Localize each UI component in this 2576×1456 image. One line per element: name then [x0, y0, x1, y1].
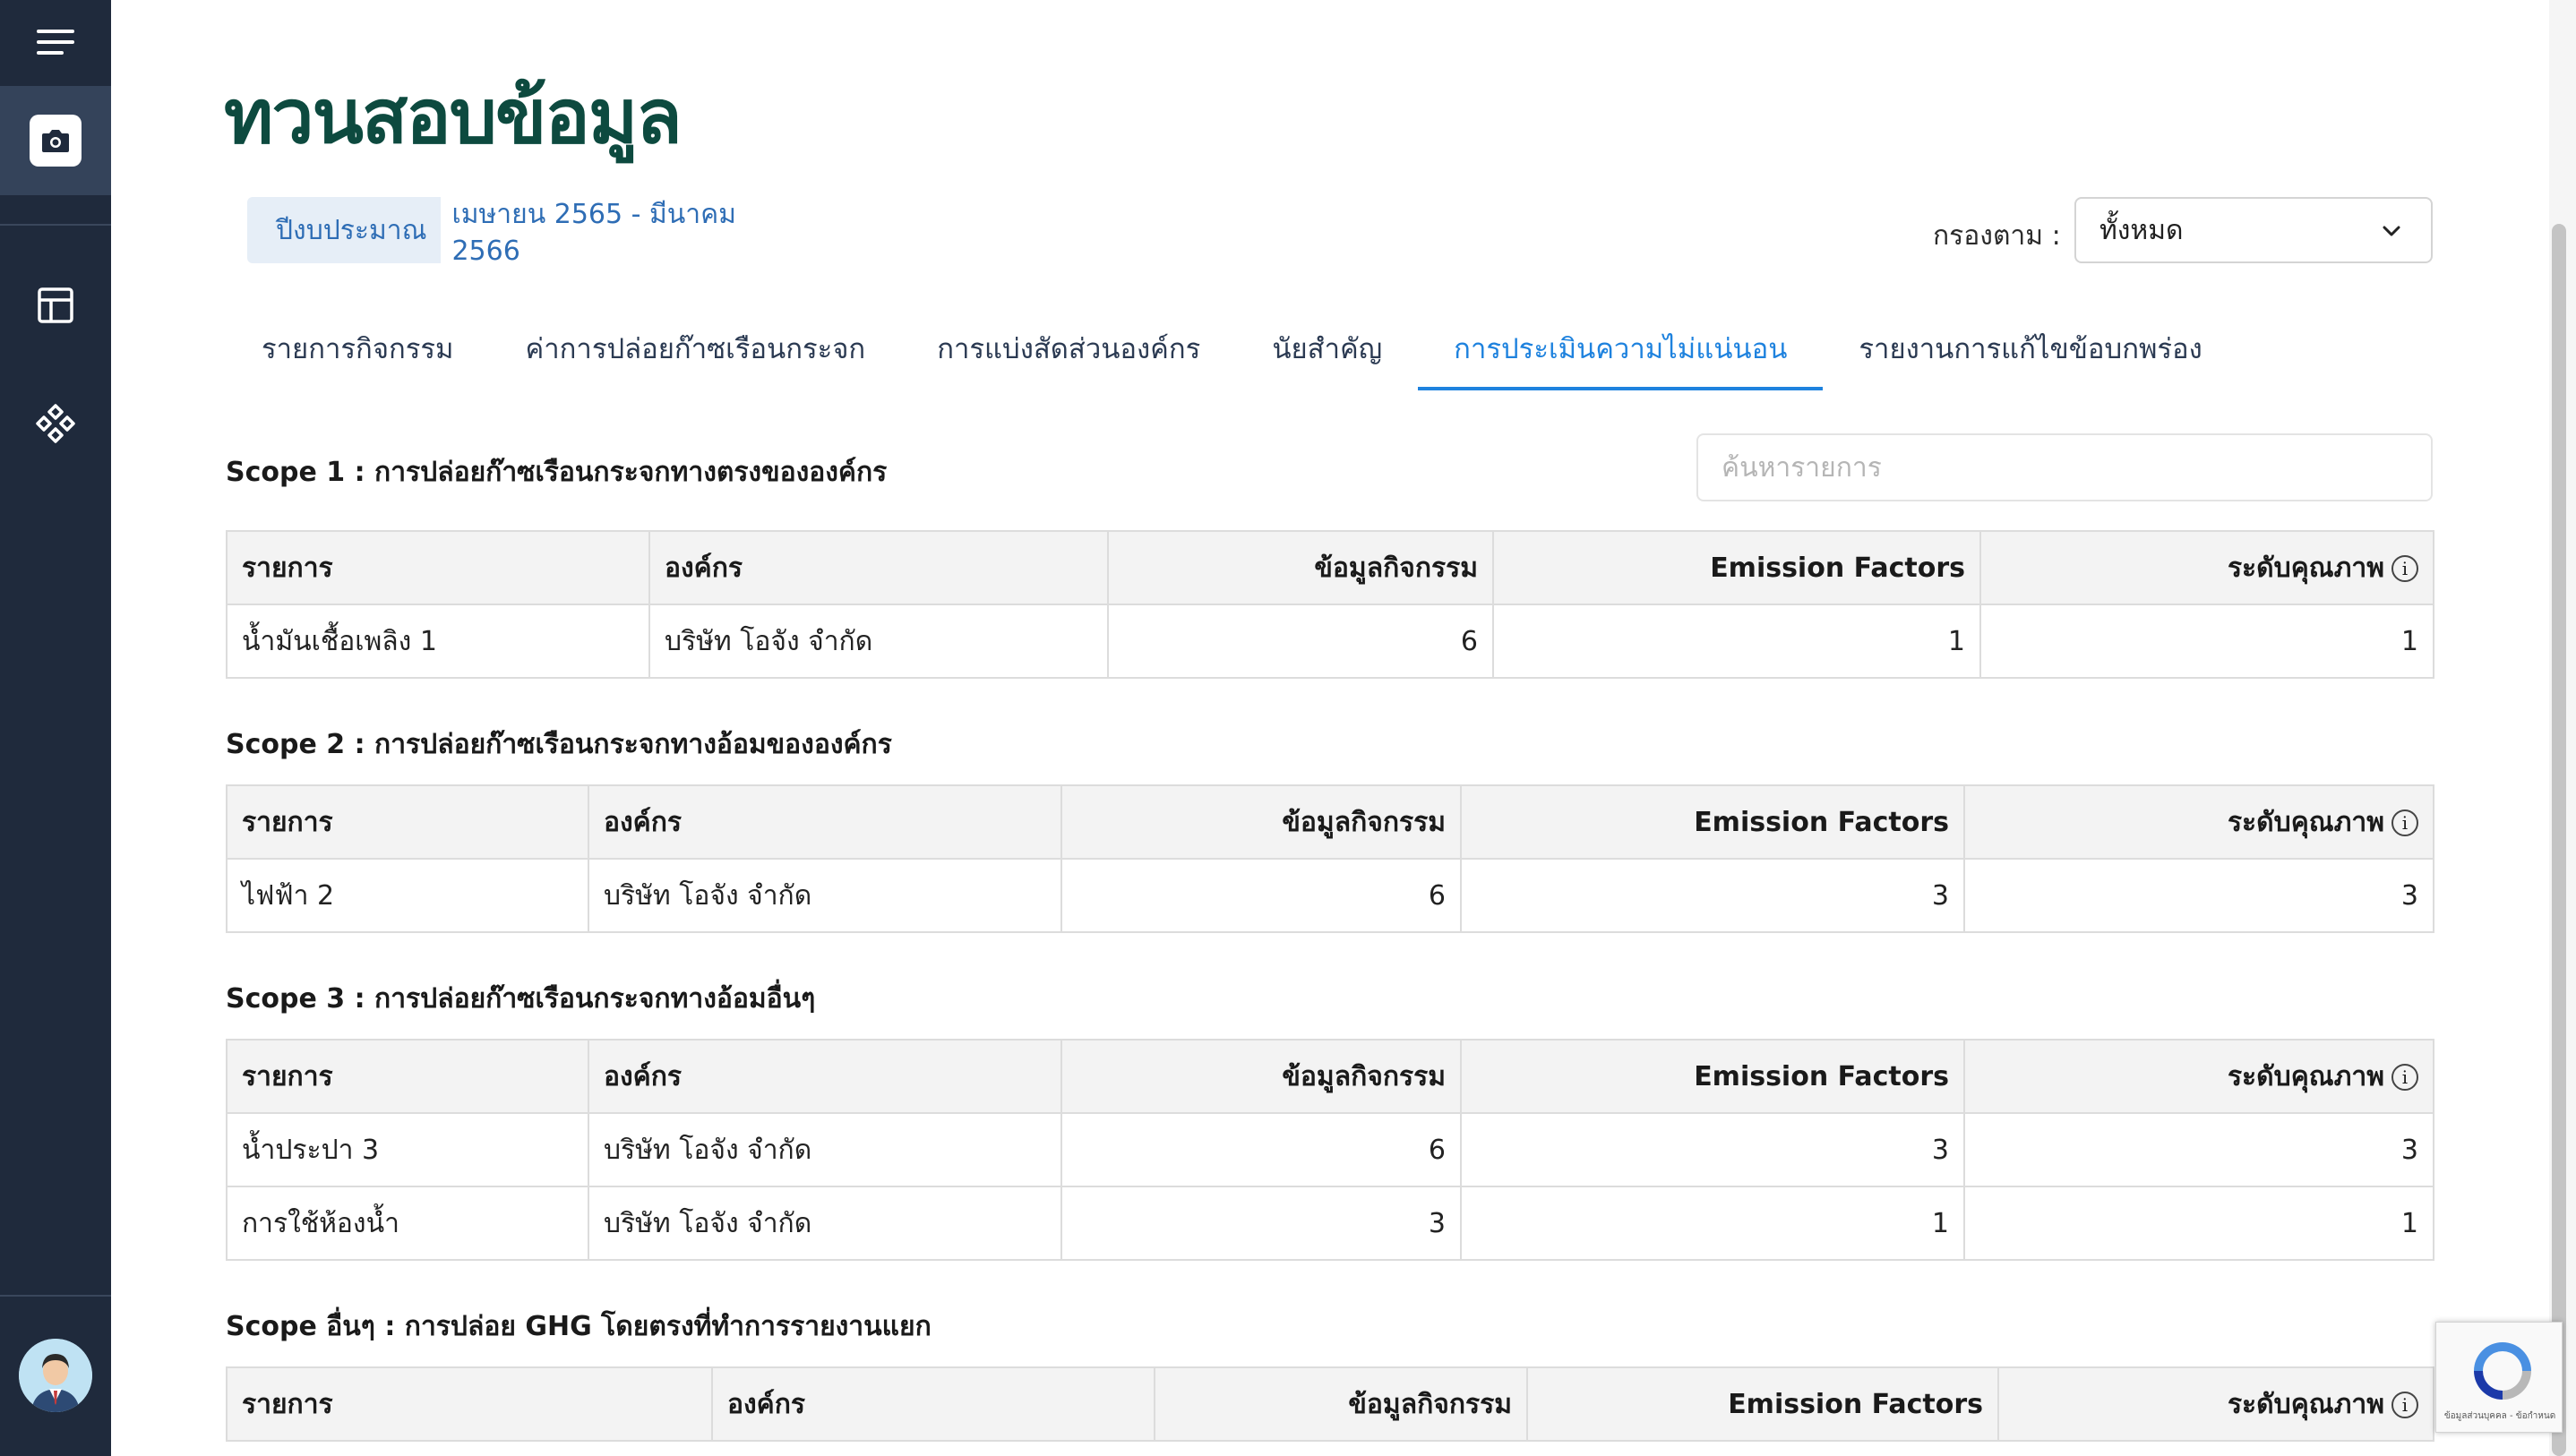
tab-activity-list[interactable]: รายการกิจกรรม — [226, 321, 490, 390]
tab-bar: รายการกิจกรรม ค่าการปล่อยก๊าซเรือนกระจก … — [226, 321, 2238, 390]
table-header-row: รายการ องค์กร ข้อมูลกิจกรรม Emission Fac… — [226, 1039, 2434, 1114]
info-icon[interactable]: i — [2391, 1392, 2418, 1418]
sidebar-item-components[interactable] — [0, 396, 111, 451]
tab-uncertainty-assessment[interactable]: การประเมินความไม่แน่นอน — [1418, 321, 1824, 390]
cell-item: ไฟฟ้า 2 — [226, 858, 589, 933]
tab-corrective-report[interactable]: รายงานการแก้ไขข้อบกพร่อง — [1823, 321, 2237, 390]
cell-org: บริษัท โอจัง จำกัด — [588, 1186, 1062, 1261]
fiscal-year-value: เมษายน 2565 - มีนาคม 2566 — [441, 188, 820, 272]
recaptcha-text: ข้อมูลส่วนบุคคล - ข้อกำหนด — [2443, 1411, 2556, 1421]
cell-emission-factors: 1 — [1492, 604, 1981, 679]
avatar[interactable] — [19, 1339, 92, 1412]
col-header-quality-level: ระดับคุณภาพ i — [1963, 784, 2434, 860]
search-input[interactable] — [1696, 433, 2433, 501]
scope2-table: รายการ องค์กร ข้อมูลกิจกรรม Emission Fac… — [226, 784, 2434, 933]
sidebar-item-layout[interactable] — [0, 278, 111, 333]
col-header-item: รายการ — [226, 1366, 713, 1442]
col-header-quality-level-label: ระดับคุณภาพ — [2227, 1060, 2384, 1092]
chevron-down-icon — [2383, 226, 2400, 236]
cell-org: บริษัท โอจัง จำกัด — [648, 604, 1109, 679]
table-row[interactable]: ไฟฟ้า 2 บริษัท โอจัง จำกัด 6 3 3 — [226, 858, 2434, 933]
cell-org: บริษัท โอจัง จำกัด — [588, 1112, 1062, 1187]
camera-icon — [30, 115, 82, 167]
col-header-item: รายการ — [226, 784, 589, 860]
cell-activity-data: 3 — [1060, 1186, 1462, 1261]
sidebar-divider — [0, 1295, 111, 1297]
cell-activity-data: 6 — [1107, 604, 1494, 679]
page-title: ทวนสอบข้อมูล — [224, 73, 683, 160]
tab-emission-values[interactable]: ค่าการปล่อยก๊าซเรือนกระจก — [490, 321, 902, 390]
cell-org: บริษัท โอจัง จำกัด — [588, 858, 1062, 933]
col-header-item: รายการ — [226, 1039, 589, 1114]
col-header-emission-factors: Emission Factors — [1460, 784, 1965, 860]
recaptcha-logo-icon — [2474, 1342, 2531, 1400]
layout-table-icon — [38, 287, 73, 323]
section-title-scope2: Scope 2 : การปล่อยก๊าซเรือนกระจกทางอ้อมข… — [226, 729, 892, 760]
col-header-quality-level-label: ระดับคุณภาพ — [2227, 1388, 2384, 1420]
cell-quality-level: 1 — [1963, 1186, 2434, 1261]
col-header-org: องค์กร — [711, 1366, 1155, 1442]
tab-significance[interactable]: นัยสำคัญ — [1236, 321, 1418, 390]
components-diamond-icon — [36, 404, 75, 443]
col-header-emission-factors: Emission Factors — [1460, 1039, 1965, 1114]
section-title-scope1: Scope 1 : การปล่อยก๊าซเรือนกระจกทางตรงขอ… — [226, 457, 888, 488]
filter-label: กรองตาม : — [1933, 220, 2061, 252]
scrollbar-thumb[interactable] — [2552, 224, 2566, 1456]
col-header-quality-level: ระดับคุณภาพ i — [1979, 530, 2434, 605]
col-header-activity-data: ข้อมูลกิจกรรม — [1060, 784, 1462, 860]
recaptcha-badge[interactable]: ข้อมูลส่วนบุคคล - ข้อกำหนด — [2435, 1322, 2563, 1433]
cell-quality-level: 1 — [1979, 604, 2434, 679]
scope3-table: รายการ องค์กร ข้อมูลกิจกรรม Emission Fac… — [226, 1039, 2434, 1261]
filter-select[interactable]: ทั้งหมด — [2074, 197, 2433, 263]
cell-item: การใช้ห้องน้ำ — [226, 1186, 589, 1261]
fiscal-year-label: ปีงบประมาณ — [276, 214, 427, 246]
col-header-quality-level: ระดับคุณภาพ i — [1997, 1366, 2434, 1442]
col-header-org: องค์กร — [588, 784, 1062, 860]
user-avatar-icon — [19, 1339, 92, 1412]
cell-emission-factors: 1 — [1460, 1186, 1965, 1261]
cell-item: น้ำมันเชื้อเพลิง 1 — [226, 604, 650, 679]
app-root: ทวนสอบข้อมูล ปีงบประมาณ เมษายน 2565 - มี… — [0, 0, 2576, 1456]
scope-other-table: รายการ องค์กร ข้อมูลกิจกรรม Emission Fac… — [226, 1366, 2434, 1442]
fiscal-year-badge: ปีงบประมาณ เมษายน 2565 - มีนาคม 2566 — [247, 188, 820, 272]
col-header-activity-data: ข้อมูลกิจกรรม — [1107, 530, 1494, 605]
info-icon[interactable]: i — [2391, 809, 2418, 836]
table-row[interactable]: การใช้ห้องน้ำ บริษัท โอจัง จำกัด 3 1 1 — [226, 1186, 2434, 1261]
tab-org-allocation[interactable]: การแบ่งสัดส่วนองค์กร — [901, 321, 1236, 390]
table-row[interactable]: น้ำมันเชื้อเพลิง 1 บริษัท โอจัง จำกัด 6 … — [226, 604, 2434, 679]
section-title-scope-other: Scope อื่นๆ : การปล่อย GHG โดยตรงที่ทำกา… — [226, 1311, 932, 1342]
cell-quality-level: 3 — [1963, 858, 2434, 933]
hamburger-menu-icon — [37, 30, 74, 55]
cell-emission-factors: 3 — [1460, 858, 1965, 933]
cell-quality-level: 3 — [1963, 1112, 2434, 1187]
menu-toggle-button[interactable] — [0, 0, 111, 84]
col-header-quality-level-label: ระดับคุณภาพ — [2227, 552, 2384, 584]
col-header-emission-factors: Emission Factors — [1526, 1366, 1999, 1442]
table-row[interactable]: น้ำประปา 3 บริษัท โอจัง จำกัด 6 3 3 — [226, 1112, 2434, 1187]
scope1-table: รายการ องค์กร ข้อมูลกิจกรรม Emission Fac… — [226, 530, 2434, 679]
sidebar — [0, 0, 111, 1456]
filter-selected-value: ทั้งหมด — [2099, 214, 2184, 246]
cell-activity-data: 6 — [1060, 858, 1462, 933]
table-header-row: รายการ องค์กร ข้อมูลกิจกรรม Emission Fac… — [226, 530, 2434, 605]
info-icon[interactable]: i — [2391, 555, 2418, 582]
sidebar-item-verify[interactable] — [0, 86, 111, 195]
col-header-org: องค์กร — [588, 1039, 1062, 1114]
col-header-emission-factors: Emission Factors — [1492, 530, 1981, 605]
col-header-quality-level-label: ระดับคุณภาพ — [2227, 806, 2384, 838]
cell-emission-factors: 3 — [1460, 1112, 1965, 1187]
cell-item: น้ำประปา 3 — [226, 1112, 589, 1187]
table-header-row: รายการ องค์กร ข้อมูลกิจกรรม Emission Fac… — [226, 1366, 2434, 1442]
section-title-scope3: Scope 3 : การปล่อยก๊าซเรือนกระจกทางอ้อมอ… — [226, 983, 816, 1015]
col-header-org: องค์กร — [648, 530, 1109, 605]
col-header-activity-data: ข้อมูลกิจกรรม — [1060, 1039, 1462, 1114]
cell-activity-data: 6 — [1060, 1112, 1462, 1187]
table-header-row: รายการ องค์กร ข้อมูลกิจกรรม Emission Fac… — [226, 784, 2434, 860]
info-icon[interactable]: i — [2391, 1064, 2418, 1091]
col-header-item: รายการ — [226, 530, 650, 605]
sidebar-divider — [0, 224, 111, 226]
col-header-activity-data: ข้อมูลกิจกรรม — [1154, 1366, 1528, 1442]
col-header-quality-level: ระดับคุณภาพ i — [1963, 1039, 2434, 1114]
